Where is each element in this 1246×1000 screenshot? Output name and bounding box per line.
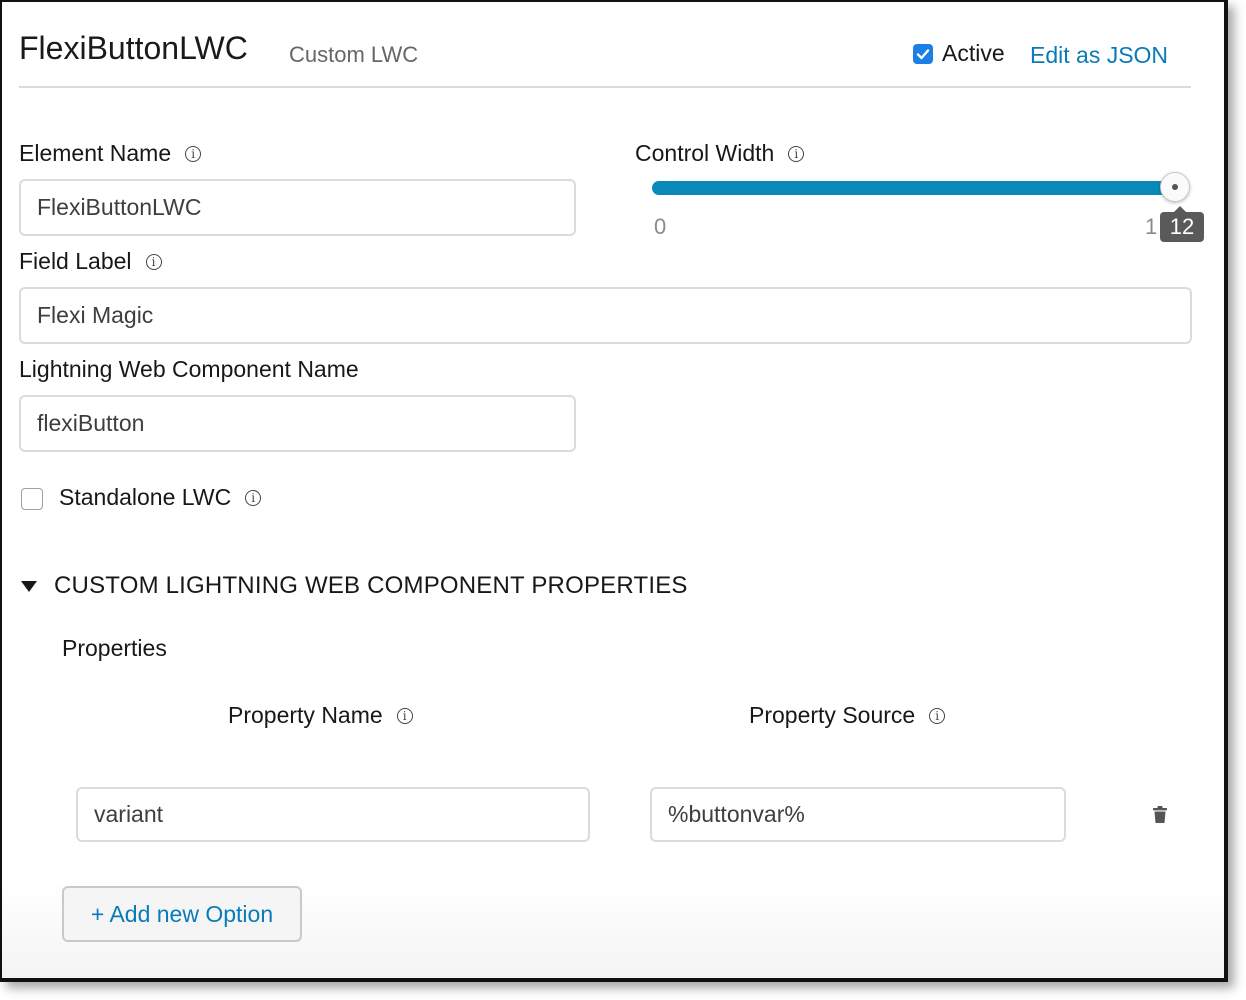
info-icon[interactable]: i — [396, 707, 413, 724]
triangle-down-icon — [21, 581, 37, 592]
control-width-label-text: Control Width — [635, 140, 775, 166]
property-name-input[interactable] — [76, 787, 590, 842]
lwc-name-input[interactable] — [19, 395, 576, 452]
element-name-label-text: Element Name — [19, 140, 172, 166]
info-icon[interactable]: i — [185, 145, 202, 162]
field-label-input[interactable] — [19, 287, 1192, 344]
section-title[interactable]: CUSTOM LIGHTNING WEB COMPONENT PROPERTIE… — [54, 572, 688, 600]
info-icon[interactable]: i — [245, 489, 262, 506]
active-toggle[interactable]: Active — [913, 40, 1005, 67]
section-collapse-toggle[interactable] — [20, 579, 38, 598]
property-source-header-text: Property Source — [749, 702, 916, 728]
control-width-label: Control Width i — [635, 140, 805, 167]
element-name-input[interactable] — [19, 179, 576, 236]
lwc-name-label: Lightning Web Component Name — [19, 356, 359, 382]
info-icon[interactable]: i — [929, 707, 946, 724]
page-title: FlexiButtonLWC — [19, 30, 248, 66]
active-checkbox[interactable] — [913, 43, 933, 64]
property-name-header: Property Name i — [228, 702, 413, 729]
slider-thumb-dot — [1172, 184, 1178, 190]
info-icon[interactable]: i — [788, 145, 805, 162]
property-source-input[interactable] — [650, 787, 1066, 842]
slider-min-label: 0 — [654, 214, 667, 239]
element-name-label: Element Name i — [19, 140, 202, 167]
add-new-option-button[interactable]: + Add new Option — [62, 886, 302, 942]
trash-icon[interactable] — [1152, 806, 1168, 824]
standalone-checkbox[interactable] — [21, 488, 43, 510]
property-name-header-text: Property Name — [228, 702, 383, 728]
control-width-slider-thumb[interactable] — [1160, 172, 1190, 202]
page-subtitle: Custom LWC — [289, 42, 419, 67]
edit-as-json-link[interactable]: Edit as JSON — [1030, 42, 1168, 69]
property-source-header: Property Source i — [749, 702, 946, 729]
slider-max-label: 1 — [1145, 214, 1158, 239]
header-divider — [19, 86, 1191, 88]
checkmark-icon — [916, 48, 930, 59]
editor-panel: FlexiButtonLWC Custom LWC Active Edit as… — [0, 0, 1228, 982]
control-width-slider-track[interactable] — [652, 181, 1176, 195]
standalone-label-text: Standalone LWC — [59, 484, 232, 510]
active-label: Active — [942, 40, 1005, 66]
field-label-label: Field Label i — [19, 248, 162, 275]
info-icon[interactable]: i — [145, 253, 162, 270]
slider-value-tooltip: 12 — [1160, 206, 1204, 242]
properties-label: Properties — [62, 635, 167, 661]
standalone-label: Standalone LWC i — [59, 484, 262, 511]
field-label-label-text: Field Label — [19, 248, 132, 274]
